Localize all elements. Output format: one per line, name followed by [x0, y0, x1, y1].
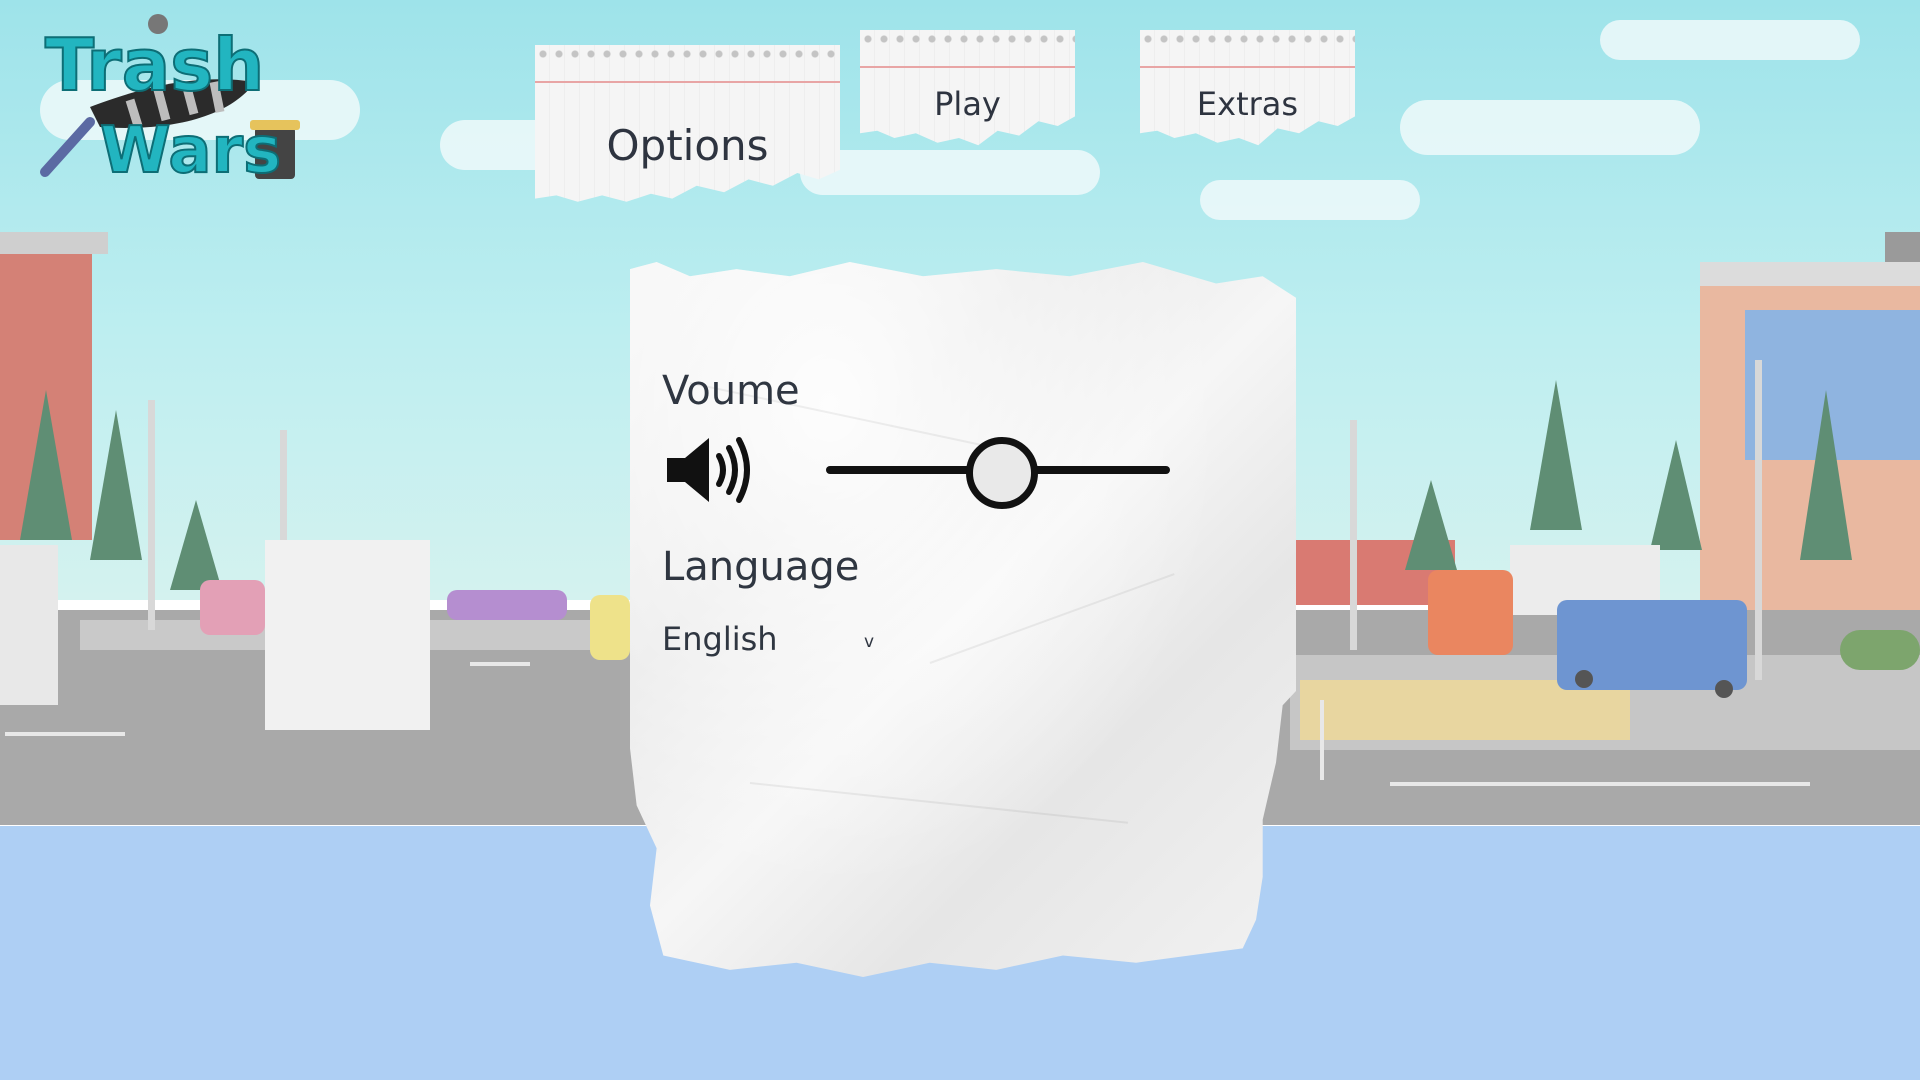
tab-options-label: Options: [606, 120, 769, 170]
cloud: [800, 150, 1100, 195]
car: [200, 580, 265, 635]
volume-label: Voume: [662, 368, 800, 414]
truck: [265, 540, 430, 730]
lane-marking: [5, 732, 125, 736]
truck: [0, 545, 58, 705]
tree: [1800, 390, 1852, 560]
logo-bottle: [40, 117, 95, 177]
car: [447, 590, 567, 620]
speaker-volume-icon[interactable]: [665, 434, 759, 506]
tree: [20, 390, 72, 540]
building-roof: [0, 232, 108, 254]
building-roof: [1700, 262, 1920, 286]
car: [590, 595, 630, 660]
tree: [90, 410, 142, 560]
language-dropdown[interactable]: English v: [662, 620, 874, 664]
volume-slider[interactable]: [826, 434, 1170, 509]
street-lamp: [1350, 420, 1357, 650]
tab-play-label: Play: [934, 85, 1001, 123]
cloud: [1600, 20, 1860, 60]
logo-graphic: Trash Wars: [40, 14, 300, 189]
logo-text-trash: Trash: [45, 23, 264, 107]
car: [1428, 570, 1513, 655]
street-lamp: [148, 400, 155, 630]
lane-marking: [1390, 782, 1810, 786]
cloud: [1400, 100, 1700, 155]
tree: [1530, 380, 1582, 530]
tree: [1405, 480, 1457, 570]
tree: [170, 500, 222, 590]
volume-slider-thumb[interactable]: [966, 437, 1038, 509]
logo-text-wars: Wars: [100, 114, 281, 187]
chevron-down-icon[interactable]: v: [864, 632, 874, 652]
language-selected-value: English: [662, 620, 778, 658]
cloud: [1200, 180, 1420, 220]
tree: [1650, 440, 1702, 550]
bush: [1840, 630, 1920, 670]
building-roof: [1885, 232, 1920, 262]
wheel: [1575, 670, 1593, 688]
tab-extras-label: Extras: [1196, 85, 1299, 123]
lane-marking: [470, 662, 530, 666]
trash-wars-logo: Trash Wars: [40, 12, 340, 189]
paper-crease: [749, 782, 1129, 824]
paper-crease: [929, 573, 1175, 664]
lane-marking: [1320, 700, 1324, 780]
language-label: Language: [662, 544, 860, 590]
wheel: [1715, 680, 1733, 698]
street-lamp: [280, 430, 287, 540]
street-lamp: [1755, 360, 1762, 680]
